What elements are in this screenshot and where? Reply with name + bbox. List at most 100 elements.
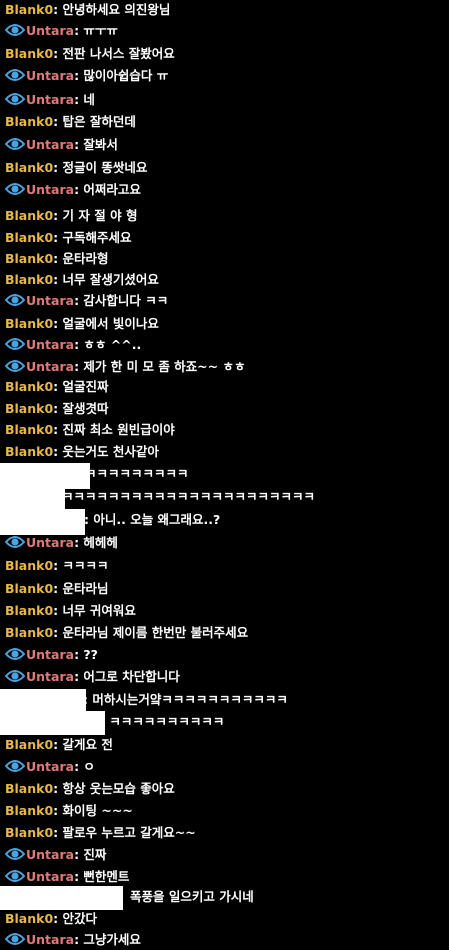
chat-message: Untara: 어그로 차단합니다	[5, 667, 180, 687]
separator: :	[53, 46, 63, 61]
username[interactable]: Blank0	[5, 625, 53, 640]
chat-message: Blank0: 팔로우 누르고 갈게요~~	[5, 823, 196, 843]
username[interactable]: Blank0	[5, 2, 53, 17]
username[interactable]: Blank0	[5, 444, 53, 459]
message-text: ㅋㅋㅋㅋㅋㅋㅋㅋㅋㅋㅋ	[62, 466, 189, 481]
message-text: 폭풍을 일으키고 가시네	[130, 889, 254, 904]
chat-message: Blank0: 기 자 절 야 형	[5, 206, 137, 226]
chat-message: Blank0: 너무 귀여워요	[5, 601, 136, 621]
eye-icon	[5, 648, 25, 660]
message-text: 제가 한 미 모 좀 하죠~~ ㅎㅎ	[83, 359, 246, 374]
message-text: 정글이 똥쌋네요	[62, 160, 148, 175]
eye-icon	[5, 338, 25, 350]
separator: :	[53, 444, 63, 459]
message-text: 갈게요 전	[62, 737, 113, 752]
message-text: 웃는거도 천사같아	[62, 444, 159, 459]
chat-message: Untara: 네	[5, 90, 95, 110]
message-text: 네	[83, 92, 95, 107]
chat-message: Blank0: 너무 잘생기셨어요	[5, 270, 159, 290]
chat-message: : 머하시는거얔ㅋㅋㅋㅋㅋㅋㅋㅋㅋㅋㅋ	[83, 690, 288, 710]
username[interactable]: Blank0	[5, 251, 53, 266]
eye-icon	[5, 536, 25, 548]
chat-message: Blank0: 전판 나서스 잘봤어요	[5, 44, 175, 64]
username[interactable]: Untara	[26, 92, 74, 107]
chat-message: Untara: ??	[5, 645, 98, 665]
chat-message: Blank0: 얼굴에서 빛이나요	[5, 314, 159, 334]
username[interactable]: Blank0	[5, 911, 53, 926]
chat-message: Untara: 진짜	[5, 845, 106, 865]
message-text: 너무 귀여워요	[62, 603, 136, 618]
username[interactable]: Untara	[26, 68, 74, 83]
username[interactable]: Untara	[26, 337, 74, 352]
chat-message: Blank0: 정글이 똥쌋네요	[5, 158, 147, 178]
eye-icon	[5, 24, 25, 36]
message-text: 팔로우 누르고 갈게요~~	[62, 825, 196, 840]
message-text: 안녕하세요 의진왕님	[62, 2, 171, 17]
message-text: ㅇ	[83, 759, 95, 774]
username[interactable]: Blank0	[5, 825, 53, 840]
username[interactable]: Untara	[26, 293, 74, 308]
username[interactable]: Untara	[26, 759, 74, 774]
username[interactable]: Untara	[26, 182, 74, 197]
chat-message: Untara: 잘봐서	[5, 135, 118, 155]
separator: :	[53, 379, 63, 394]
message-text: 운타라님	[62, 581, 109, 596]
username[interactable]: Untara	[26, 669, 74, 684]
message-text: 얼굴에서 빛이나요	[62, 316, 159, 331]
redacted-username	[0, 509, 85, 535]
separator: :	[53, 401, 63, 416]
username[interactable]: Blank0	[5, 230, 53, 245]
separator: :	[53, 208, 63, 223]
separator: :	[53, 160, 63, 175]
username[interactable]: Blank0	[5, 603, 53, 618]
eye-icon	[5, 183, 25, 195]
redacted-username	[0, 711, 105, 735]
message-text: : ㅋㅋㅋㅋㅋㅋㅋㅋㅋㅋ	[100, 714, 225, 729]
username[interactable]: Untara	[26, 647, 74, 662]
message-text: 진짜 최소 원빈급이야	[62, 422, 175, 437]
chat-message: Blank0: ㅋㅋㅋㅋ	[5, 556, 109, 576]
username[interactable]: Blank0	[5, 781, 53, 796]
message-text: 잘봐서	[83, 137, 118, 152]
username[interactable]: Blank0	[5, 558, 53, 573]
chat-message: Untara: 뻔한멘트	[5, 867, 129, 887]
eye-icon	[5, 69, 25, 81]
username[interactable]: Blank0	[5, 46, 53, 61]
username[interactable]: Blank0	[5, 581, 53, 596]
message-text: 헤헤헤	[83, 535, 118, 550]
message-text: 운타라님 제이름 한번만 불러주세요	[62, 625, 249, 640]
username[interactable]: Untara	[26, 359, 74, 374]
username[interactable]: Blank0	[5, 803, 53, 818]
message-text: 탑은 잘하던데	[62, 114, 136, 129]
eye-icon	[5, 848, 25, 860]
username[interactable]: Blank0	[5, 272, 53, 287]
chat-log: Blank0: 안녕하세요 의진왕님 Untara: ㅠㅜㅠ Blank0: 전판 …	[0, 0, 449, 950]
eye-icon	[5, 138, 25, 150]
username[interactable]: Blank0	[5, 401, 53, 416]
eye-icon	[5, 760, 25, 772]
username[interactable]: Untara	[26, 137, 74, 152]
separator: :	[53, 581, 63, 596]
chat-message: : 아니.. 오늘 왜그래요..?	[84, 510, 220, 530]
username[interactable]: Untara	[26, 23, 74, 38]
separator: :	[53, 316, 63, 331]
chat-message: Untara: ㅎㅎ ^^..	[5, 335, 141, 355]
username[interactable]: Blank0	[5, 208, 53, 223]
username[interactable]: Untara	[26, 932, 74, 947]
username[interactable]: Untara	[26, 869, 74, 884]
message-text: 전판 나서스 잘봤어요	[62, 46, 175, 61]
username[interactable]: Blank0	[5, 160, 53, 175]
separator: :	[53, 803, 63, 818]
username[interactable]: Untara	[26, 535, 74, 550]
chat-message: Untara: 헤헤헤	[5, 533, 118, 553]
username[interactable]: Untara	[26, 847, 74, 862]
eye-icon	[5, 870, 25, 882]
username[interactable]: Blank0	[5, 379, 53, 394]
message-text: 기 자 절 야 형	[62, 208, 138, 223]
username[interactable]: Blank0	[5, 737, 53, 752]
username[interactable]: Blank0	[5, 114, 53, 129]
message-text: : 머하시는거얔ㅋㅋㅋㅋㅋㅋㅋㅋㅋㅋㅋ	[83, 692, 288, 707]
username[interactable]: Blank0	[5, 316, 53, 331]
username[interactable]: Blank0	[5, 422, 53, 437]
message-text: 어그로 차단합니다	[83, 669, 180, 684]
